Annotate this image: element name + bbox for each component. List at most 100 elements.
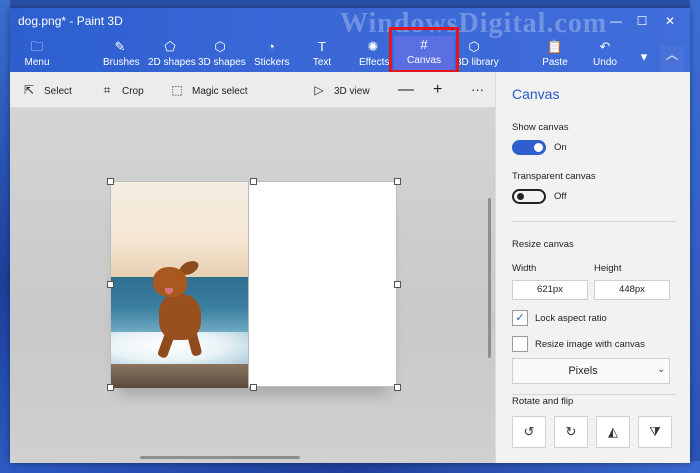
tool-label: Stickers	[254, 57, 290, 68]
more-icon[interactable]: ···	[471, 82, 484, 98]
tool-2d-shapes[interactable]: ⬠ 2D shapes	[148, 38, 196, 72]
height-field[interactable]: 448px	[594, 280, 670, 300]
resize-handle-right[interactable]	[394, 281, 401, 288]
rotate-left-icon: ↺	[523, 424, 535, 439]
tool-label: 3D library	[456, 57, 499, 68]
select-tool[interactable]: ⇱ Select	[22, 82, 72, 98]
secondary-toolbar: ⇱ Select ⌗ Crop ⬚ Magic select ▷ 3D view — +…	[10, 72, 495, 108]
magic-select-label: Magic select	[192, 86, 248, 97]
dog-photo[interactable]	[111, 182, 249, 388]
3d-view-label: 3D view	[334, 86, 370, 97]
resize-image-checkbox[interactable]	[512, 336, 528, 352]
workspace[interactable]	[10, 108, 495, 463]
tool-label: Text	[312, 57, 332, 68]
3d-view-icon: ▷	[314, 83, 324, 97]
zoom-out-button[interactable]: —	[398, 82, 414, 98]
collapse-ribbon-button[interactable]: ︿	[660, 46, 684, 72]
units-value: Pixels	[568, 365, 598, 377]
window-title: dog.png* - Paint 3D	[18, 14, 123, 28]
2d-shapes-icon: ⬠	[164, 39, 176, 54]
menu-label: Menu	[24, 57, 50, 68]
rotate-left-button[interactable]: ↺	[512, 416, 546, 448]
chevron-up-icon: ︿	[665, 47, 679, 62]
desktop-wallpaper-left	[0, 0, 10, 473]
cursor-icon: ⇱	[23, 83, 35, 97]
tool-label: Brushes	[103, 57, 140, 68]
transparent-canvas-label: Transparent canvas	[512, 171, 596, 182]
chevron-down-icon: ▾	[640, 49, 648, 64]
show-canvas-label: Show canvas	[512, 122, 569, 133]
flip-horizontal-button[interactable]: ◭	[596, 416, 630, 448]
tool-brushes[interactable]: ✎ Brushes	[103, 38, 140, 72]
tool-3d-shapes[interactable]: ⬡ 3D shapes	[198, 38, 246, 72]
tool-label: 3D shapes	[198, 57, 246, 68]
magic-select-tool[interactable]: ⬚ Magic select	[170, 82, 248, 98]
canvas-side-panel: Canvas Show canvas On Transparent canvas…	[495, 72, 690, 463]
flip-vertical-button[interactable]: ⧩	[638, 416, 672, 448]
undo-icon: ↶	[599, 39, 611, 54]
resize-handle-bottom-left[interactable]	[107, 384, 114, 391]
close-button[interactable]: ✕	[658, 12, 682, 30]
resize-handle-top[interactable]	[250, 178, 257, 185]
maximize-button[interactable]: ☐	[630, 12, 654, 30]
tool-label: Undo	[593, 57, 617, 68]
resize-handle-top-right[interactable]	[394, 178, 401, 185]
resize-handle-bottom-right[interactable]	[394, 384, 401, 391]
tool-effects[interactable]: ✺ Effects	[359, 38, 389, 72]
sun-icon: ✺	[367, 39, 379, 54]
tool-label: 2D shapes	[148, 57, 196, 68]
units-dropdown[interactable]: Pixels ⌄	[512, 358, 670, 384]
chevron-down-icon: ⌄	[657, 364, 666, 375]
photo-shore	[111, 364, 248, 388]
select-label: Select	[44, 86, 72, 97]
3d-library-icon: ⬡	[468, 39, 480, 54]
crop-tool[interactable]: ⌗ Crop	[100, 82, 144, 98]
folder-icon: 🗀	[30, 39, 44, 54]
vertical-scrollbar[interactable]	[488, 198, 491, 358]
resize-image-label: Resize image with canvas	[535, 339, 645, 350]
paste-button[interactable]: 📋 Paste	[540, 38, 570, 72]
sticker-icon: ◔	[267, 39, 275, 54]
desktop-wallpaper-right	[690, 0, 700, 473]
menu-button[interactable]: 🗀 Menu	[22, 38, 52, 72]
undo-button[interactable]: ↶ Undo	[590, 38, 620, 72]
flip-horizontal-icon: ◭	[608, 424, 618, 439]
dog-body	[159, 294, 201, 340]
ribbon: dog.png* - Paint 3D WindowsDigital.com —…	[10, 8, 690, 73]
magic-select-icon: ⬚	[171, 83, 183, 97]
transparent-canvas-state: Off	[554, 191, 567, 202]
horizontal-scrollbar[interactable]	[140, 456, 300, 459]
drawing-canvas[interactable]	[110, 181, 397, 388]
divider	[512, 221, 676, 222]
tool-3d-library[interactable]: ⬡ 3D library	[456, 38, 499, 72]
show-canvas-toggle[interactable]	[512, 140, 546, 155]
zoom-in-button[interactable]: +	[433, 82, 442, 98]
width-label: Width	[512, 263, 537, 274]
brush-icon: ✎	[114, 39, 126, 54]
width-field[interactable]: 621px	[512, 280, 588, 300]
rotate-right-button[interactable]: ↻	[554, 416, 588, 448]
watermark-logo: WindowsDigital.com	[340, 8, 608, 39]
flip-vertical-icon: ⧩	[649, 424, 661, 439]
cube-icon: ⬡	[214, 39, 226, 54]
panel-title: Canvas	[512, 86, 560, 102]
3d-view-toggle[interactable]: ▷ 3D view	[312, 82, 370, 98]
photo-sky	[111, 182, 248, 277]
clipboard-icon: 📋	[546, 39, 564, 54]
tool-text[interactable]: T Text	[308, 38, 336, 72]
transparent-canvas-toggle[interactable]	[512, 189, 546, 204]
resize-handle-bottom[interactable]	[250, 384, 257, 391]
tool-stickers[interactable]: ◔ Stickers	[254, 38, 290, 72]
resize-handle-top-left[interactable]	[107, 178, 114, 185]
resize-canvas-heading: Resize canvas	[512, 239, 574, 250]
divider	[512, 394, 676, 395]
lock-aspect-checkbox[interactable]: ✓	[512, 310, 528, 326]
rotate-flip-heading: Rotate and flip	[512, 396, 574, 407]
resize-handle-left[interactable]	[107, 281, 114, 288]
minimize-button[interactable]: —	[604, 12, 628, 30]
lock-aspect-label: Lock aspect ratio	[535, 313, 607, 324]
tool-label: Paste	[542, 57, 568, 68]
crop-label: Crop	[122, 86, 144, 97]
paint3d-window: dog.png* - Paint 3D WindowsDigital.com —…	[10, 8, 690, 463]
canvas-highlight-box	[389, 27, 459, 73]
